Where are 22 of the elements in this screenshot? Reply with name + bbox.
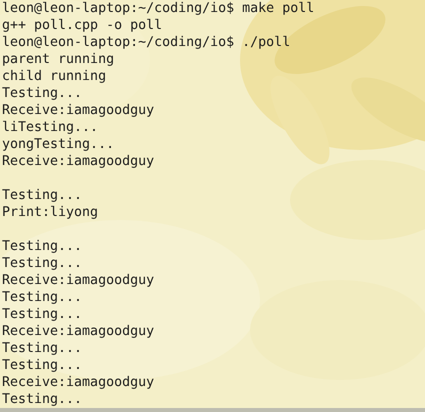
- terminal-line: Receive:iamagoodguy: [2, 374, 154, 391]
- terminal-line: Receive:iamagoodguy: [2, 272, 154, 289]
- terminal-line: g++ poll.cpp -o poll: [2, 17, 162, 34]
- terminal-line: Receive:iamagoodguy: [2, 102, 154, 119]
- terminal-line: Testing...: [2, 340, 82, 357]
- terminal-line: Testing...: [2, 357, 82, 374]
- terminal-line: Print:liyong: [2, 204, 98, 221]
- terminal-line: leon@leon-laptop:~/coding/io$ make poll: [2, 0, 314, 17]
- terminal-line: Testing...: [2, 289, 82, 306]
- terminal-line: Receive:iamagoodguy: [2, 323, 154, 340]
- terminal-line: Testing...: [2, 85, 82, 102]
- terminal-line: parent running: [2, 51, 114, 68]
- terminal-line: leon@leon-laptop:~/coding/io$ ./poll: [2, 34, 290, 51]
- terminal-line: Testing...: [2, 238, 82, 255]
- terminal-line: yongTesting...: [2, 136, 114, 153]
- terminal-line: Testing...: [2, 391, 82, 408]
- terminal-line: child running: [2, 68, 106, 85]
- terminal-line: Receive:iamagoodguy: [2, 153, 154, 170]
- terminal-line: liTesting...: [2, 119, 98, 136]
- terminal-line: Testing...: [2, 306, 82, 323]
- terminal-line: Testing...: [2, 255, 82, 272]
- terminal-line: Testing...: [2, 187, 82, 204]
